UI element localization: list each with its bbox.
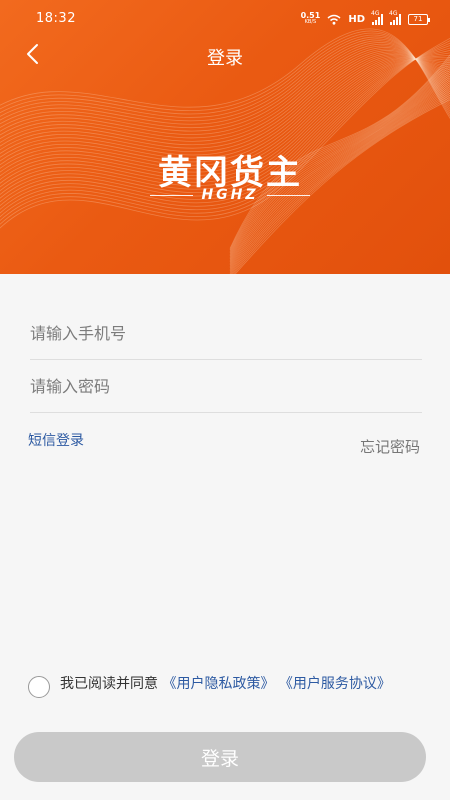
- divider: [266, 194, 311, 196]
- signal-icon: 4G: [389, 10, 401, 25]
- signal-tag: 4G: [389, 9, 398, 17]
- divider: [150, 194, 194, 196]
- phone-input[interactable]: [30, 308, 422, 359]
- password-field[interactable]: [30, 361, 422, 413]
- status-bar: 18:32 0.51 KB/S HD 4G 4G 71: [0, 0, 450, 38]
- brand-logo-subtitle: HGHZ: [150, 185, 311, 205]
- page-title: 登录: [207, 48, 243, 69]
- battery-icon: 71: [408, 13, 430, 25]
- status-icons: 0.51 KB/S HD 4G 4G 71: [301, 10, 430, 26]
- wifi-icon: [327, 14, 341, 25]
- network-speed-unit: KB/S: [304, 19, 317, 25]
- status-time: 18:32: [36, 11, 76, 26]
- service-agreement-link[interactable]: 《用户服务协议》: [279, 676, 391, 692]
- header-banner: 18:32 0.51 KB/S HD 4G 4G 71 登录 黄冈货主 HGHZ: [0, 0, 450, 274]
- brand-logo-abbr: HGHZ: [201, 187, 259, 203]
- signal-icon: 4G: [371, 10, 383, 25]
- network-speed: 0.51 KB/S: [301, 12, 321, 26]
- agreement-text: 我已阅读并同意 《用户隐私政策》 《用户服务协议》: [60, 674, 420, 695]
- agreement-checkbox[interactable]: [28, 676, 50, 698]
- agreement-prefix: 我已阅读并同意: [60, 676, 158, 692]
- signal-tag: 4G: [371, 9, 380, 17]
- phone-field[interactable]: [30, 308, 422, 360]
- privacy-policy-link[interactable]: 《用户隐私政策》: [162, 676, 274, 692]
- password-input[interactable]: [30, 361, 422, 412]
- hd-badge: HD: [348, 13, 365, 25]
- sms-login-link[interactable]: 短信登录: [28, 430, 84, 450]
- network-speed-value: 0.51: [300, 11, 321, 20]
- wave-pattern: [0, 28, 450, 274]
- forgot-password-link[interactable]: 忘记密码: [360, 436, 420, 457]
- login-button[interactable]: 登录: [14, 732, 426, 782]
